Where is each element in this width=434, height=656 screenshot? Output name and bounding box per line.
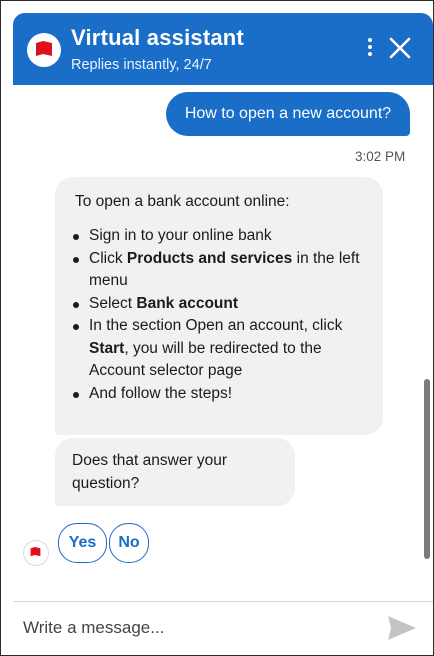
bot-question-bubble: Does that answer your question? xyxy=(55,438,295,506)
bot-answer-intro: To open a bank account online: xyxy=(75,193,290,210)
list-item: Click Products and services in the left … xyxy=(71,248,367,293)
more-vertical-icon[interactable] xyxy=(363,35,377,61)
assistant-subtitle: Replies instantly, 24/7 xyxy=(71,57,212,73)
list-item: In the section Open an account, click St… xyxy=(71,315,367,383)
scrollbar-thumb[interactable] xyxy=(424,379,430,559)
message-input[interactable] xyxy=(21,610,355,646)
chat-window: Virtual assistant Replies instantly, 24/… xyxy=(0,0,434,656)
flag-logo-icon xyxy=(27,33,61,67)
list-item: Sign in to your online bank xyxy=(71,225,367,248)
message-timestamp: 3:02 PM xyxy=(355,149,406,164)
close-icon[interactable] xyxy=(387,33,413,63)
conversation-area[interactable]: How to open a new account? 3:02 PM To op… xyxy=(13,85,433,599)
message-composer xyxy=(13,601,433,655)
send-icon[interactable] xyxy=(387,615,417,641)
assistant-title: Virtual assistant xyxy=(71,25,244,50)
user-message-bubble: How to open a new account? xyxy=(166,92,410,136)
flag-avatar-icon xyxy=(23,540,49,566)
list-item: Select Bank account xyxy=(71,293,367,316)
list-item: And follow the steps! xyxy=(71,383,367,406)
bot-steps-list: Sign in to your online bank Click Produc… xyxy=(71,225,367,405)
quick-reply-no-button[interactable]: No xyxy=(109,523,149,563)
bot-question-text: Does that answer your question? xyxy=(72,452,228,492)
bot-answer-bubble: To open a bank account online: Sign in t… xyxy=(55,177,383,435)
chat-header: Virtual assistant Replies instantly, 24/… xyxy=(13,13,433,85)
quick-reply-yes-button[interactable]: Yes xyxy=(58,523,107,563)
